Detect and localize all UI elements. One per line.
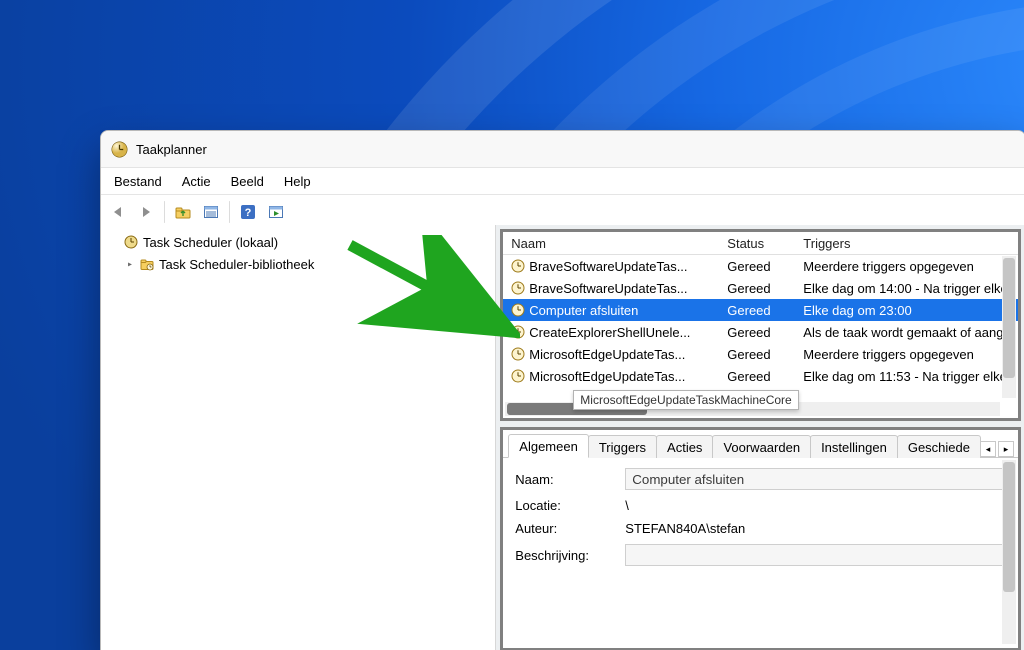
tree-library-node[interactable]: ▸ Task Scheduler-bibliotheek <box>105 253 491 275</box>
list-vertical-scrollbar[interactable] <box>1002 256 1016 398</box>
col-header-name[interactable]: Naam <box>503 236 719 251</box>
row-tooltip: MicrosoftEdgeUpdateTaskMachineCore <box>573 390 798 410</box>
task-row[interactable]: BraveSoftwareUpdateTas... GereedMeerdere … <box>503 255 1018 277</box>
svg-text:?: ? <box>245 207 252 219</box>
client-area: Task Scheduler (lokaal) ▸ Task Scheduler… <box>101 225 1024 650</box>
label-author: Auteur: <box>515 521 625 536</box>
expand-icon[interactable]: ▸ <box>125 259 135 270</box>
tab-conditions[interactable]: Voorwaarden <box>712 435 811 458</box>
col-header-status[interactable]: Status <box>719 236 795 251</box>
task-list-header[interactable]: Naam Status Triggers <box>503 232 1018 255</box>
value-location: \ <box>625 498 1006 513</box>
scheduler-root-icon <box>124 235 138 249</box>
arrow-right-icon <box>138 205 154 219</box>
menu-item-file[interactable]: Bestand <box>105 172 171 191</box>
toolbar-separator <box>164 201 165 223</box>
task-name: BraveSoftwareUpdateTas... <box>529 281 687 296</box>
library-folder-icon <box>140 257 154 271</box>
up-folder-button[interactable] <box>170 199 196 225</box>
nav-tree[interactable]: Task Scheduler (lokaal) ▸ Task Scheduler… <box>101 225 496 650</box>
tab-scroll-left[interactable]: ◂ <box>980 441 996 457</box>
task-list-pane: Naam Status Triggers BraveSoftwareUpdate… <box>500 229 1021 421</box>
task-clock-icon <box>511 347 525 361</box>
action-pane-button[interactable] <box>263 199 289 225</box>
task-status: Gereed <box>719 303 795 318</box>
task-clock-icon <box>511 325 525 339</box>
tab-settings[interactable]: Instellingen <box>810 435 898 458</box>
task-status: Gereed <box>719 369 795 384</box>
tree-root-label: Task Scheduler (lokaal) <box>143 235 278 250</box>
tree-root-node[interactable]: Task Scheduler (lokaal) <box>105 231 491 253</box>
tab-triggers[interactable]: Triggers <box>588 435 657 458</box>
list-pane-icon <box>203 205 219 219</box>
task-row[interactable]: Computer afsluiten GereedElke dag om 23:0… <box>503 299 1018 321</box>
title-bar[interactable]: Taakplanner <box>101 131 1024 168</box>
folder-up-icon <box>175 205 191 219</box>
task-clock-icon <box>511 259 525 273</box>
toolbar-separator <box>229 201 230 223</box>
task-clock-icon <box>511 303 525 317</box>
task-trigger: Elke dag om 11:53 - Na trigger elke <box>795 369 1018 384</box>
help-button[interactable]: ? <box>235 199 261 225</box>
task-scheduler-window: Taakplanner Bestand Actie Beeld Help <box>100 130 1024 650</box>
label-location: Locatie: <box>515 498 625 513</box>
task-row[interactable]: BraveSoftwareUpdateTas... GereedElke dag … <box>503 277 1018 299</box>
label-description: Beschrijving: <box>515 548 625 563</box>
nav-back-button[interactable] <box>105 199 131 225</box>
menu-item-view[interactable]: Beeld <box>222 172 273 191</box>
menu-bar: Bestand Actie Beeld Help <box>101 168 1024 195</box>
task-clock-icon <box>511 369 525 383</box>
tab-scroll-buttons: ◂ ▸ <box>980 441 1018 457</box>
general-form: Naam: Locatie: \ Auteur: STEFAN840A\stef… <box>503 458 1018 584</box>
task-trigger: Elke dag om 23:00 <box>795 303 1018 318</box>
help-icon: ? <box>240 204 256 220</box>
run-icon <box>268 205 284 219</box>
window-title: Taakplanner <box>136 142 207 157</box>
details-tabstrip: Algemeen Triggers Acties Voorwaarden Ins… <box>503 430 1018 458</box>
tab-actions[interactable]: Acties <box>656 435 713 458</box>
arrow-left-icon <box>110 205 126 219</box>
menu-item-action[interactable]: Actie <box>173 172 220 191</box>
label-name: Naam: <box>515 472 625 487</box>
task-trigger: Meerdere triggers opgegeven <box>795 259 1018 274</box>
task-status: Gereed <box>719 347 795 362</box>
tree-library-label: Task Scheduler-bibliotheek <box>159 257 314 272</box>
task-trigger: Meerdere triggers opgegeven <box>795 347 1018 362</box>
col-header-triggers[interactable]: Triggers <box>795 236 1018 251</box>
field-description[interactable] <box>625 544 1006 566</box>
task-trigger: Als de taak wordt gemaakt of aang <box>795 325 1018 340</box>
task-name: Computer afsluiten <box>529 303 638 318</box>
task-clock-icon <box>511 281 525 295</box>
task-status: Gereed <box>719 281 795 296</box>
tab-scroll-right[interactable]: ▸ <box>998 441 1014 457</box>
tab-history[interactable]: Geschiede <box>897 435 981 458</box>
nav-forward-button[interactable] <box>133 199 159 225</box>
properties-button[interactable] <box>198 199 224 225</box>
desktop-wallpaper: Taakplanner Bestand Actie Beeld Help <box>0 0 1024 650</box>
tab-general[interactable]: Algemeen <box>508 434 589 458</box>
app-clock-icon <box>111 141 128 158</box>
scrollbar-thumb[interactable] <box>1003 462 1015 592</box>
task-trigger: Elke dag om 14:00 - Na trigger elke <box>795 281 1018 296</box>
task-list-rows: BraveSoftwareUpdateTas...GereedMeerdere … <box>503 255 1018 387</box>
content-area: Naam Status Triggers BraveSoftwareUpdate… <box>496 225 1024 650</box>
details-vertical-scrollbar[interactable] <box>1002 460 1016 644</box>
scrollbar-thumb[interactable] <box>1003 258 1015 378</box>
task-name: MicrosoftEdgeUpdateTas... <box>529 369 685 384</box>
task-row[interactable]: MicrosoftEdgeUpdateTas... GereedElke dag … <box>503 365 1018 387</box>
menu-item-help[interactable]: Help <box>275 172 320 191</box>
task-name: BraveSoftwareUpdateTas... <box>529 259 687 274</box>
task-status: Gereed <box>719 259 795 274</box>
task-row[interactable]: CreateExplorerShellUnele... GereedAls de … <box>503 321 1018 343</box>
task-details-pane: Algemeen Triggers Acties Voorwaarden Ins… <box>500 427 1021 650</box>
value-author: STEFAN840A\stefan <box>625 521 1006 536</box>
field-name[interactable] <box>625 468 1006 490</box>
task-name: MicrosoftEdgeUpdateTas... <box>529 347 685 362</box>
task-name: CreateExplorerShellUnele... <box>529 325 690 340</box>
task-status: Gereed <box>719 325 795 340</box>
task-row[interactable]: MicrosoftEdgeUpdateTas... GereedMeerdere … <box>503 343 1018 365</box>
